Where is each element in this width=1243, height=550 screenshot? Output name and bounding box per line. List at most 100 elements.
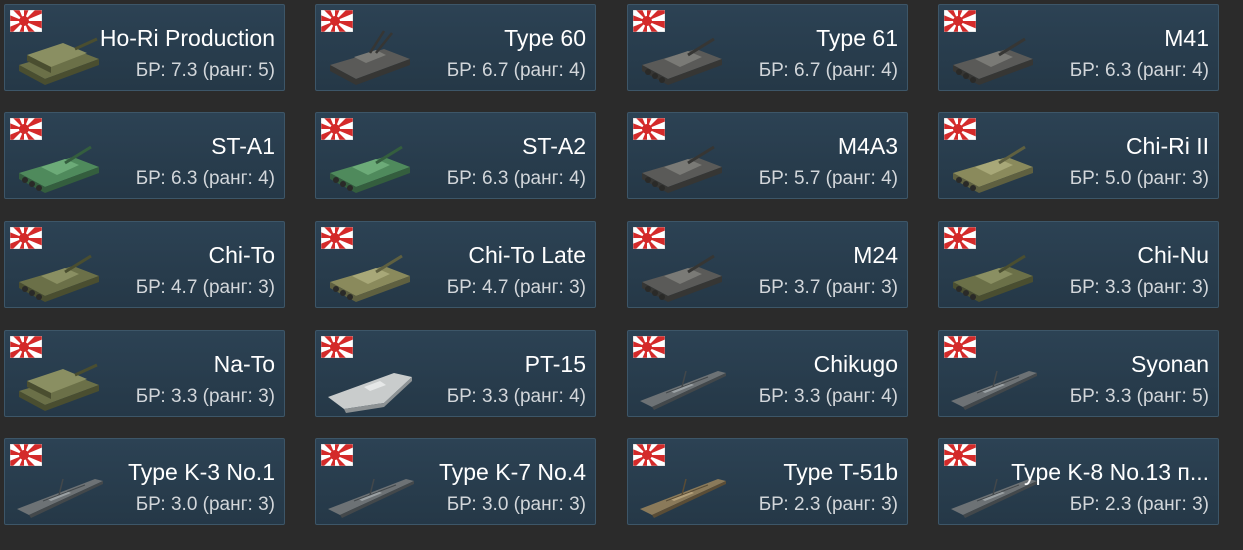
japan-flag-icon [939, 113, 988, 159]
vehicle-battle-rating: БР: 3.3 (ранг: 5) [1069, 386, 1209, 407]
japan-flag-icon [5, 331, 54, 377]
japan-flag-icon [628, 5, 677, 51]
japan-flag-icon [316, 113, 365, 159]
vehicle-battle-rating: БР: 7.3 (ранг: 5) [135, 60, 275, 81]
boat-icon [324, 351, 416, 415]
vehicle-card[interactable]: Chi-Ri II БР: 5.0 (ранг: 3) [938, 112, 1219, 199]
vehicle-card[interactable]: M24 БР: 3.7 (ранг: 3) [627, 221, 908, 308]
vehicle-battle-rating: БР: 3.3 (ранг: 3) [1069, 277, 1209, 298]
ship-icon [13, 459, 105, 523]
vehicle-name: Na-To [213, 351, 275, 377]
japan-flag-icon [939, 331, 988, 377]
spg-tank-icon [13, 25, 105, 89]
vehicle-battle-rating: БР: 5.0 (ранг: 3) [1069, 168, 1209, 189]
vehicle-battle-rating: БР: 6.3 (ранг: 4) [446, 168, 586, 189]
vehicle-card[interactable]: Type 60 БР: 6.7 (ранг: 4) [315, 4, 596, 91]
vehicle-name: Type T-51b [783, 459, 898, 485]
tank-icon [13, 133, 105, 197]
vehicle-battle-rating: БР: 3.0 (ранг: 3) [135, 494, 275, 515]
tank-icon [947, 242, 1039, 306]
vehicle-grid: Ho-Ri Production БР: 7.3 (ранг: 5) Type 6… [0, 0, 1243, 550]
vehicle-battle-rating: БР: 6.7 (ранг: 4) [758, 60, 898, 81]
vehicle-name: Chi-Nu [1137, 242, 1209, 268]
vehicle-card[interactable]: Type T-51b БР: 2.3 (ранг: 3) [627, 438, 908, 525]
tank-icon [947, 25, 1039, 89]
tank-icon [13, 242, 105, 306]
vehicle-battle-rating: БР: 2.3 (ранг: 3) [758, 494, 898, 515]
japan-flag-icon [5, 113, 54, 159]
vehicle-battle-rating: БР: 4.7 (ранг: 3) [135, 277, 275, 298]
japan-flag-icon [316, 331, 365, 377]
vehicle-card[interactable]: ST-A1 БР: 6.3 (ранг: 4) [4, 112, 285, 199]
vehicle-card[interactable]: Ho-Ri Production БР: 7.3 (ранг: 5) [4, 4, 285, 91]
japan-flag-icon [5, 5, 54, 51]
japan-flag-icon [628, 331, 677, 377]
vehicle-card[interactable]: Chi-To Late БР: 4.7 (ранг: 3) [315, 221, 596, 308]
vehicle-card[interactable]: Type K-8 No.13 п... БР: 2.3 (ранг: 3) [938, 438, 1219, 525]
vehicle-name: Chikugo [813, 351, 898, 377]
ship-icon [947, 351, 1039, 415]
vehicle-battle-rating: БР: 3.7 (ранг: 3) [758, 277, 898, 298]
vehicle-card[interactable]: Type 61 БР: 6.7 (ранг: 4) [627, 4, 908, 91]
vehicle-battle-rating: БР: 6.7 (ранг: 4) [446, 60, 586, 81]
vehicle-battle-rating: БР: 3.3 (ранг: 3) [135, 386, 275, 407]
vehicle-name: ST-A2 [522, 133, 586, 159]
tank-icon [636, 242, 728, 306]
vehicle-card[interactable]: Chi-Nu БР: 3.3 (ранг: 3) [938, 221, 1219, 308]
japan-flag-icon [939, 5, 988, 51]
tank-icon [324, 242, 416, 306]
tank-icon [324, 133, 416, 197]
vehicle-battle-rating: БР: 6.3 (ранг: 4) [1069, 60, 1209, 81]
vehicle-battle-rating: БР: 3.3 (ранг: 4) [758, 386, 898, 407]
spg-tank-icon [13, 351, 105, 415]
vehicle-name: Type 60 [504, 25, 586, 51]
vehicle-card[interactable]: M4A3 БР: 5.7 (ранг: 4) [627, 112, 908, 199]
vehicle-battle-rating: БР: 2.3 (ранг: 3) [1069, 494, 1209, 515]
tank-icon [636, 133, 728, 197]
vehicle-card[interactable]: Type K-7 No.4 БР: 3.0 (ранг: 3) [315, 438, 596, 525]
vehicle-card[interactable]: Chikugo БР: 3.3 (ранг: 4) [627, 330, 908, 417]
spaa-tank-icon [324, 25, 416, 89]
vehicle-battle-rating: БР: 3.0 (ранг: 3) [446, 494, 586, 515]
ship-icon [636, 459, 728, 523]
vehicle-card[interactable]: Na-To БР: 3.3 (ранг: 3) [4, 330, 285, 417]
vehicle-name: Ho-Ri Production [99, 25, 275, 51]
vehicle-name: M4A3 [837, 133, 898, 159]
japan-flag-icon [939, 439, 988, 485]
vehicle-card[interactable]: Type K-3 No.1 БР: 3.0 (ранг: 3) [4, 438, 285, 525]
vehicle-name: Type 61 [816, 25, 898, 51]
tank-icon [636, 25, 728, 89]
vehicle-name: Chi-To Late [468, 242, 586, 268]
vehicle-name: Type K-3 No.1 [127, 459, 275, 485]
vehicle-card[interactable]: M41 БР: 6.3 (ранг: 4) [938, 4, 1219, 91]
vehicle-name: Chi-To [208, 242, 275, 268]
ship-icon [324, 459, 416, 523]
japan-flag-icon [628, 222, 677, 268]
vehicle-card[interactable]: Syonan БР: 3.3 (ранг: 5) [938, 330, 1219, 417]
japan-flag-icon [628, 439, 677, 485]
vehicle-name: M24 [853, 242, 898, 268]
ship-icon [636, 351, 728, 415]
vehicle-name: Syonan [1130, 351, 1209, 377]
vehicle-card[interactable]: ST-A2 БР: 6.3 (ранг: 4) [315, 112, 596, 199]
vehicle-name: ST-A1 [211, 133, 275, 159]
vehicle-name: Type K-8 No.13 п... [1011, 459, 1209, 485]
vehicle-battle-rating: БР: 5.7 (ранг: 4) [758, 168, 898, 189]
japan-flag-icon [316, 5, 365, 51]
vehicle-card[interactable]: Chi-To БР: 4.7 (ранг: 3) [4, 221, 285, 308]
japan-flag-icon [5, 222, 54, 268]
vehicle-battle-rating: БР: 4.7 (ранг: 3) [446, 277, 586, 298]
japan-flag-icon [5, 439, 54, 485]
vehicle-card[interactable]: PT-15 БР: 3.3 (ранг: 4) [315, 330, 596, 417]
japan-flag-icon [628, 113, 677, 159]
japan-flag-icon [939, 222, 988, 268]
vehicle-name: Type K-7 No.4 [438, 459, 586, 485]
vehicle-name: PT-15 [524, 351, 586, 377]
japan-flag-icon [316, 222, 365, 268]
vehicle-name: M41 [1164, 25, 1209, 51]
vehicle-battle-rating: БР: 6.3 (ранг: 4) [135, 168, 275, 189]
japan-flag-icon [316, 439, 365, 485]
tank-icon [947, 133, 1039, 197]
vehicle-battle-rating: БР: 3.3 (ранг: 4) [446, 386, 586, 407]
vehicle-name: Chi-Ri II [1125, 133, 1209, 159]
